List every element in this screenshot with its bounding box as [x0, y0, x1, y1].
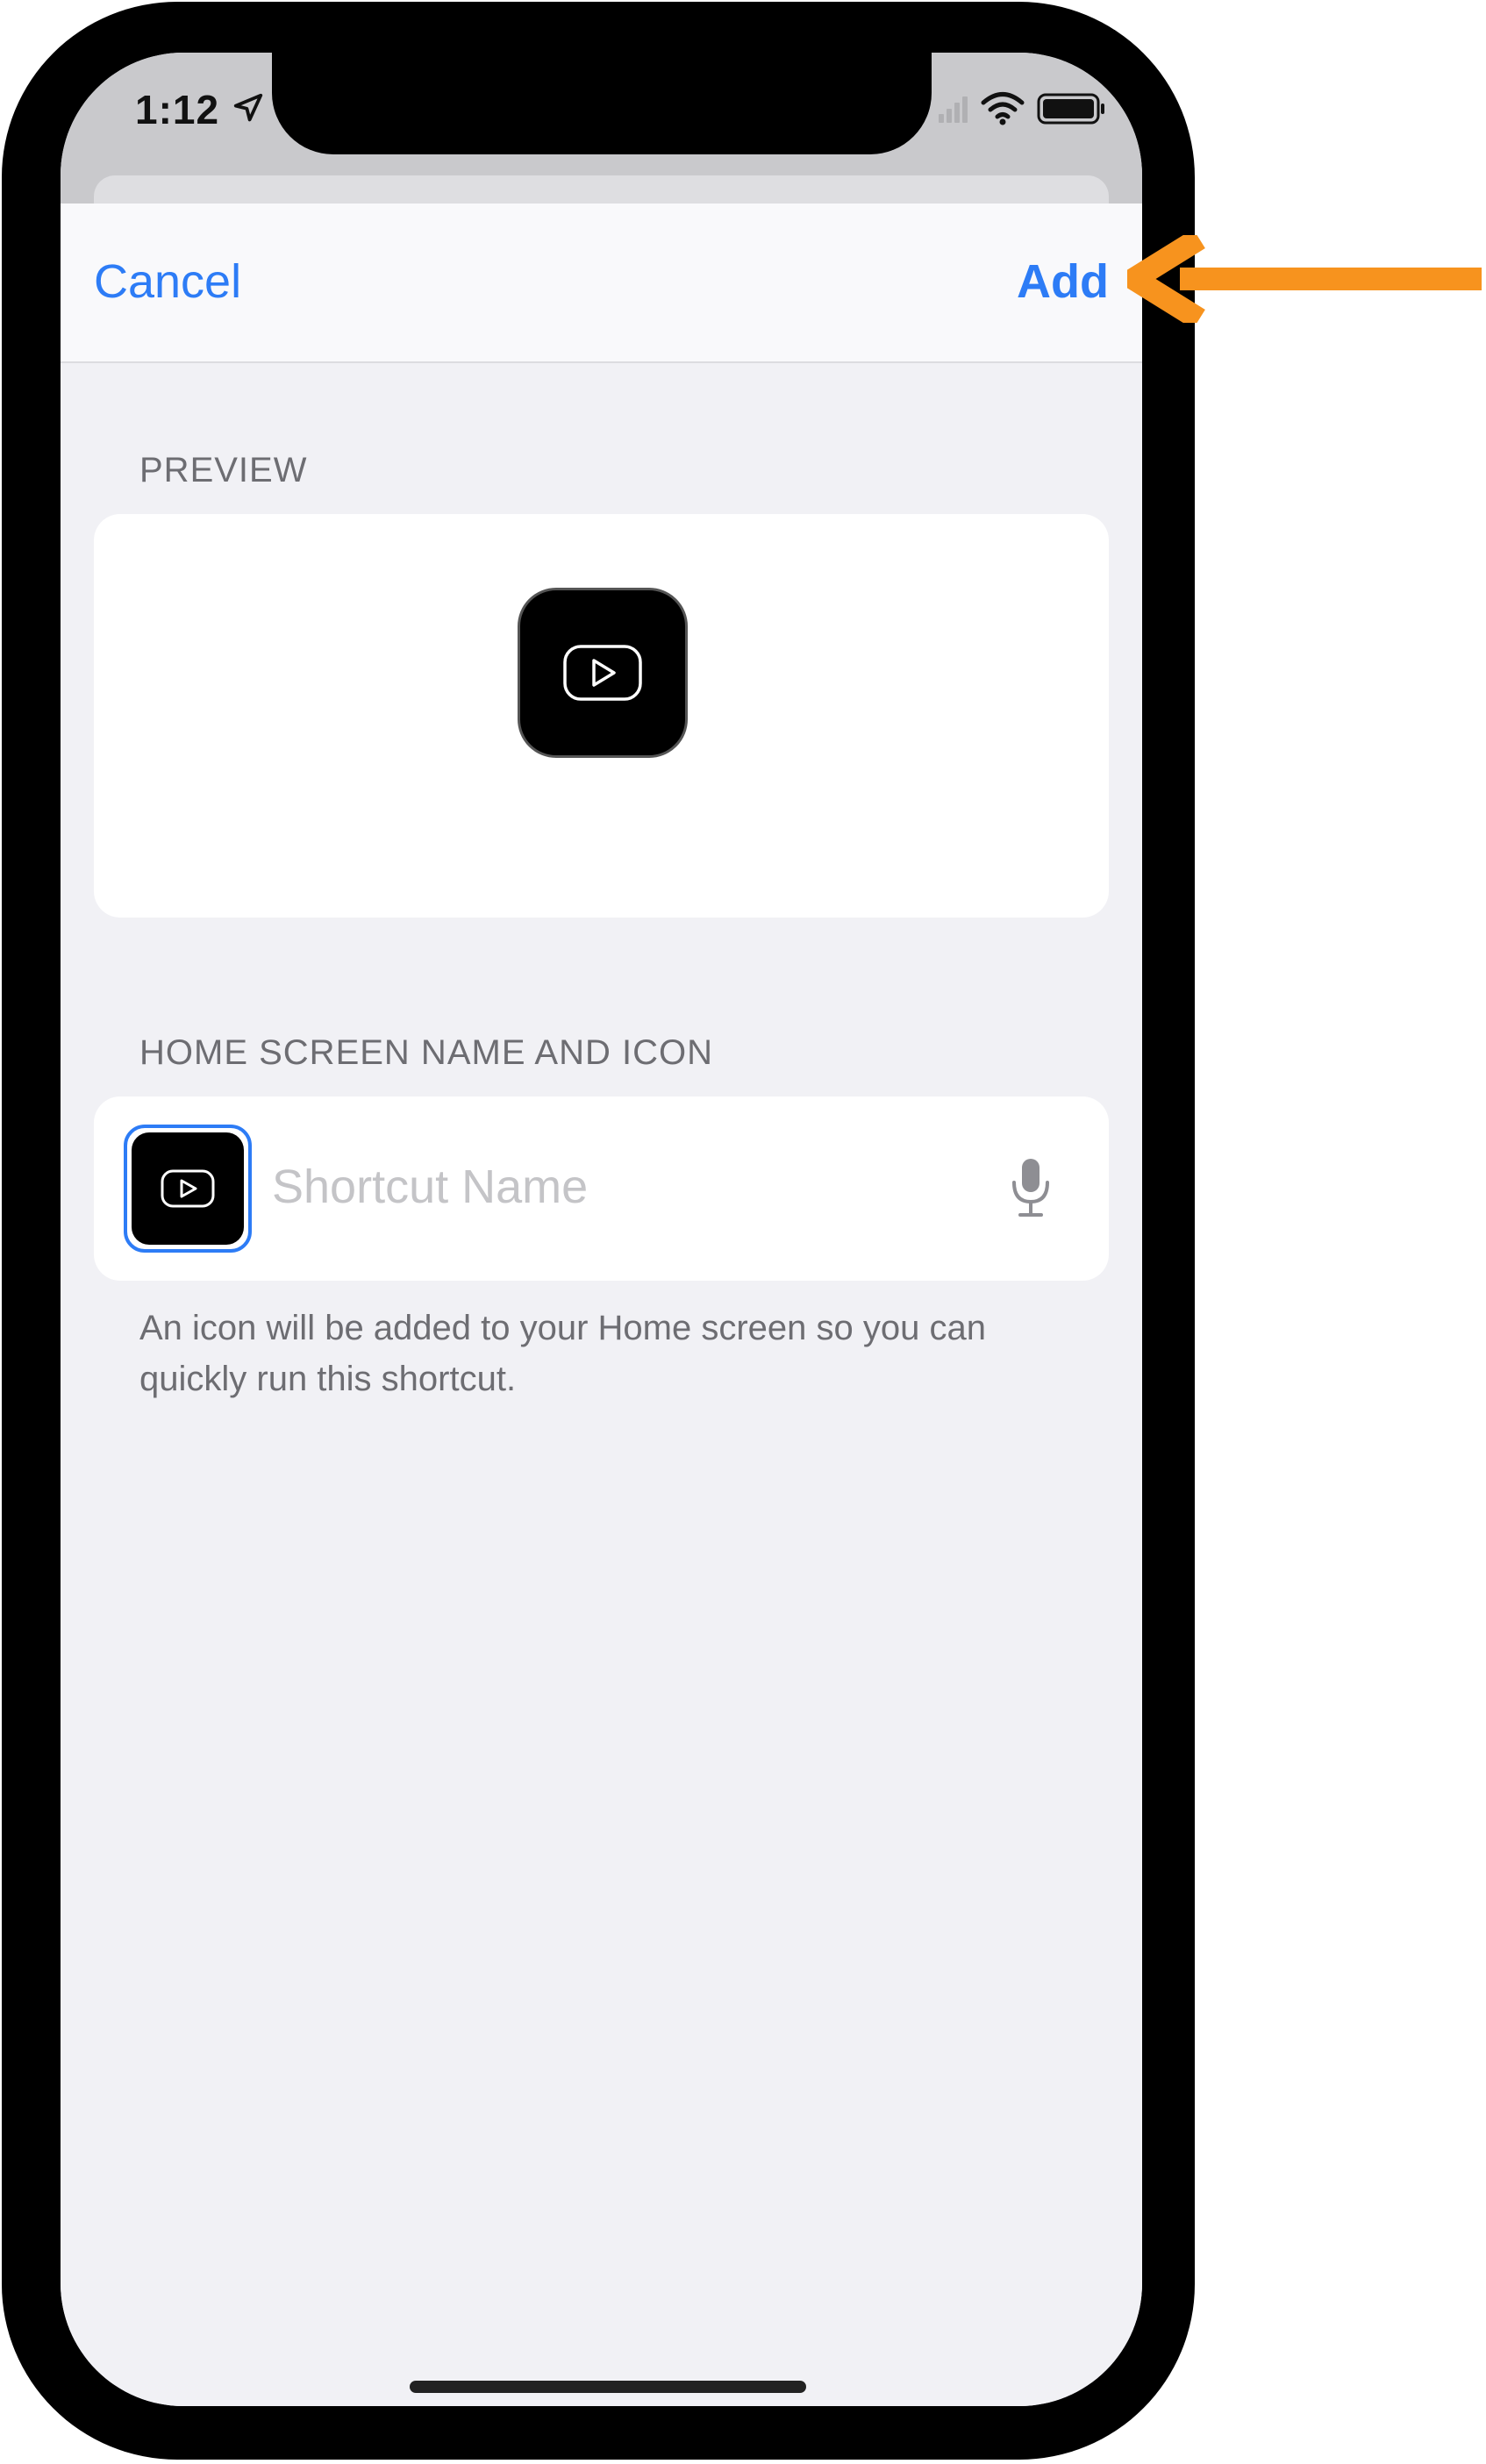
microphone-icon[interactable]: [1009, 1156, 1053, 1219]
name-and-icon-card: [94, 1096, 1109, 1281]
icon-picker-button[interactable]: [124, 1125, 252, 1253]
status-icons: [937, 89, 1107, 128]
cellular-signal-icon: [939, 96, 968, 123]
phone-notch: [272, 51, 932, 154]
shortcut-name-input[interactable]: [272, 1147, 1000, 1226]
phone-frame: 1:12 Cancel Add PREVIEW HOME SCREEN NAME…: [2, 2, 1195, 2460]
play-button-icon: [563, 645, 642, 701]
status-time: 1:12: [135, 87, 220, 132]
cancel-button[interactable]: Cancel: [94, 254, 241, 309]
play-button-icon: [161, 1169, 215, 1208]
home-indicator: [410, 2381, 806, 2393]
phone-screen: 1:12 Cancel Add PREVIEW HOME SCREEN NAME…: [61, 53, 1142, 2406]
preview-card: [94, 514, 1109, 918]
add-button[interactable]: Add: [1017, 254, 1109, 309]
add-to-home-sheet: Cancel Add PREVIEW HOME SCREEN NAME AND …: [61, 204, 1142, 2406]
wifi-icon: [981, 92, 1025, 125]
home-screen-footnote: An icon will be added to your Home scree…: [139, 1309, 986, 1398]
preview-app-icon: [518, 588, 688, 758]
shortcut-icon: [132, 1132, 244, 1245]
annotation-arrow-icon: [1127, 235, 1482, 323]
home-screen-section-label: HOME SCREEN NAME AND ICON: [139, 1033, 713, 1072]
navigation-bar: Cancel Add: [61, 204, 1142, 363]
preview-section-label: PREVIEW: [139, 451, 308, 489]
battery-icon: [1037, 93, 1104, 125]
location-arrow-icon: [233, 93, 263, 122]
